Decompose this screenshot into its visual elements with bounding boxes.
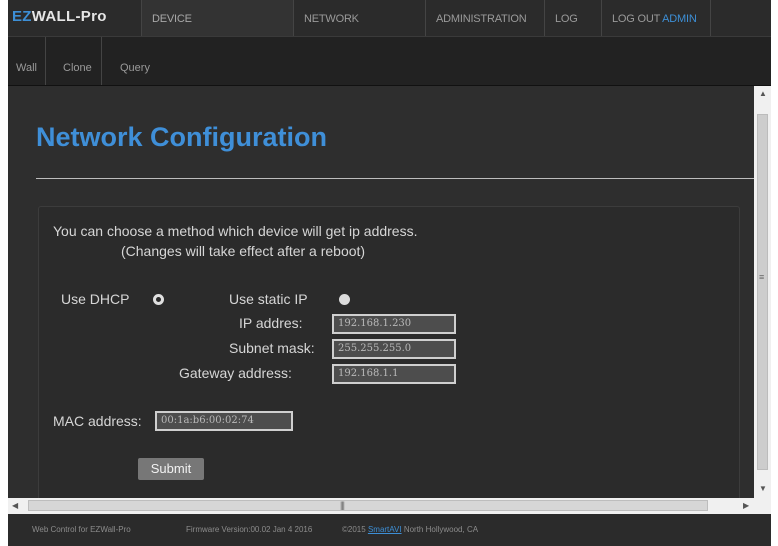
page-title: Network Configuration bbox=[36, 122, 327, 152]
footer-web-control: Web Control for EZWall-Pro bbox=[32, 525, 131, 534]
subnav-clone[interactable]: Clone bbox=[54, 37, 102, 85]
vertical-scrollbar[interactable]: ▲ ≡ ▼ bbox=[754, 86, 771, 498]
sub-nav: Wall Clone Query bbox=[8, 37, 771, 86]
nav-network-settings[interactable]: NETWORK SETTINGS bbox=[293, 0, 425, 63]
scroll-up-arrow-icon[interactable]: ▲ bbox=[759, 89, 767, 98]
content-area: Network Configuration You can choose a m… bbox=[8, 86, 754, 508]
intro-text-line2: (Changes will take effect after a reboot… bbox=[121, 243, 366, 259]
horizontal-scroll-thumb[interactable] bbox=[28, 500, 708, 511]
brand-logo[interactable]: EZWALL-Pro bbox=[12, 8, 107, 25]
ip-address-label: IP addres: bbox=[239, 315, 303, 331]
brand-suffix: WALL-Pro bbox=[31, 8, 107, 25]
intro-text-line1: You can choose a method which device wil… bbox=[53, 223, 418, 239]
scroll-right-arrow-icon[interactable]: ▶ bbox=[743, 501, 749, 510]
footer-copyright: ©2015 SmartAVI North Hollywood, CA bbox=[342, 525, 478, 534]
dhcp-label: Use DHCP bbox=[61, 291, 130, 307]
subnav-wall[interactable]: Wall bbox=[8, 37, 46, 85]
gateway-address-label: Gateway address: bbox=[179, 365, 292, 381]
gateway-address-field[interactable]: 192.168.1.1 bbox=[332, 364, 456, 384]
nav-administration[interactable]: ADMINISTRATION bbox=[425, 0, 544, 36]
nav-log-in[interactable]: LOG IN bbox=[544, 0, 601, 63]
title-divider bbox=[36, 178, 754, 179]
subnet-mask-label: Subnet mask: bbox=[229, 340, 315, 356]
brand-prefix: EZ bbox=[12, 8, 32, 25]
scroll-left-arrow-icon[interactable]: ◀ bbox=[12, 501, 18, 510]
nav-log-out[interactable]: LOG OUT admin bbox=[601, 0, 711, 36]
horizontal-scrollbar[interactable]: ◀ ||| ▶ bbox=[8, 498, 771, 514]
footer-firmware: Firmware Version:00.02 Jan 4 2016 bbox=[186, 525, 313, 534]
mac-address-label: MAC address: bbox=[53, 413, 142, 429]
app-window: EZWALL-Pro DEVICE CONFIGURATION NETWORK … bbox=[8, 0, 771, 546]
horizontal-grip-icon: ||| bbox=[340, 500, 345, 510]
nav-device-configuration[interactable]: DEVICE CONFIGURATION bbox=[141, 0, 293, 63]
smartavi-link[interactable]: SmartAVI bbox=[368, 525, 402, 534]
vertical-scroll-thumb[interactable] bbox=[757, 114, 768, 470]
subnet-mask-field[interactable]: 255.255.255.0 bbox=[332, 339, 456, 359]
submit-button[interactable]: Submit bbox=[138, 458, 204, 480]
static-ip-radio[interactable] bbox=[339, 294, 350, 305]
mac-address-field: 00:1a:b6:00:02:74 bbox=[155, 411, 293, 431]
footer: Web Control for EZWall-Pro Firmware Vers… bbox=[8, 514, 771, 546]
scroll-grip-icon: ≡ bbox=[759, 272, 764, 282]
copyright-text: ©2015 bbox=[342, 525, 366, 534]
footer-location: North Hollywood, CA bbox=[403, 525, 479, 534]
current-user: admin bbox=[662, 13, 697, 25]
static-ip-label: Use static IP bbox=[229, 291, 308, 307]
dhcp-radio[interactable] bbox=[153, 294, 164, 305]
ip-address-field[interactable]: 192.168.1.230 bbox=[332, 314, 456, 334]
top-nav: EZWALL-Pro DEVICE CONFIGURATION NETWORK … bbox=[8, 0, 771, 63]
scroll-down-arrow-icon[interactable]: ▼ bbox=[759, 484, 767, 493]
log-out-label: LOG OUT bbox=[612, 13, 660, 25]
subnav-query[interactable]: Query bbox=[112, 37, 158, 85]
